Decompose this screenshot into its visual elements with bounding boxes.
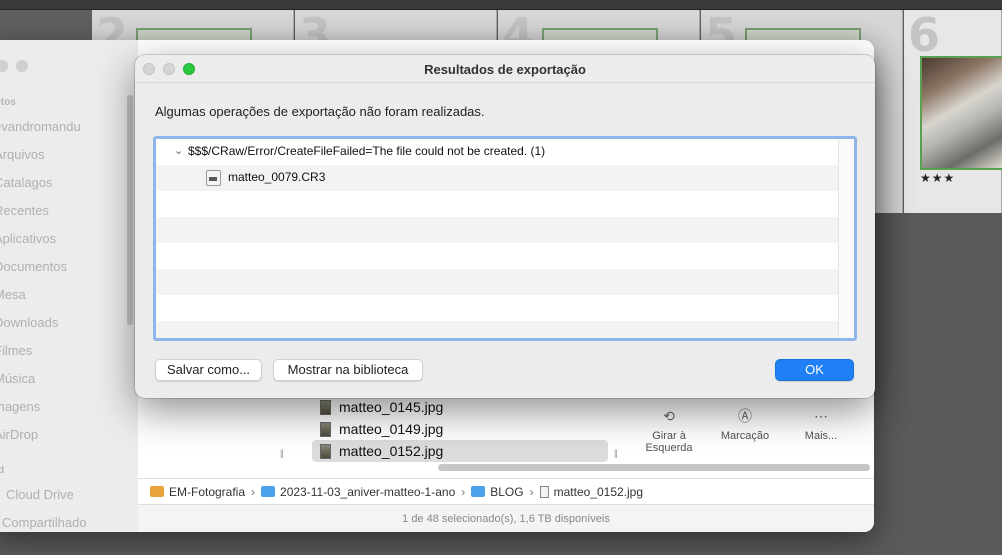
markup-button[interactable]: Ⓐ Marcação — [710, 408, 780, 442]
crumb-label: BLOG — [490, 484, 524, 499]
more-icon: ⋯ — [814, 408, 828, 424]
star-rating: ★★★ — [920, 171, 956, 185]
empty-row — [156, 321, 838, 338]
file-row[interactable]: matteo_0145.jpg — [312, 396, 608, 418]
filmstrip-cell[interactable]: 6 ★★★ — [904, 8, 1002, 213]
sidebar-item[interactable]: Downloads — [0, 315, 58, 330]
chevron-right-icon: › — [461, 484, 466, 499]
column-resize-handle[interactable]: || — [614, 448, 618, 458]
path-crumb[interactable]: 2023-11-03_aniver-matteo-1-ano — [261, 485, 455, 499]
sidebar-item[interactable]: Filmes — [0, 343, 32, 358]
crumb-label: 2023-11-03_aniver-matteo-1-ano — [280, 484, 456, 499]
sidebar-section-locations: d — [0, 465, 5, 476]
file-name: matteo_0149.jpg — [339, 421, 444, 437]
error-group-row[interactable]: ⌄ $$$/CRaw/Error/CreateFileFailed=The fi… — [156, 139, 838, 165]
file-row[interactable]: matteo_0149.jpg — [312, 418, 608, 440]
save-as-button[interactable]: Salvar como... — [155, 359, 262, 381]
dialog-titlebar: Resultados de exportação — [135, 55, 875, 83]
sidebar-item[interactable]: Aplicativos — [0, 231, 56, 246]
drive-icon — [150, 486, 164, 497]
image-file-icon — [320, 443, 331, 459]
error-file-row[interactable]: matteo_0079.CR3 — [156, 165, 838, 191]
raw-file-icon — [206, 170, 221, 186]
image-file-icon — [320, 399, 331, 415]
file-icon — [539, 485, 549, 498]
filmstrip-toolbar — [0, 0, 1002, 10]
finder-sidebar: itos evandromandu Arquivos Catalagos Rec… — [0, 40, 138, 532]
chevron-down-icon[interactable]: ⌄ — [174, 139, 183, 163]
dialog-message: Algumas operações de exportação não fora… — [155, 104, 485, 119]
sidebar-item[interactable]: Recentes — [0, 203, 49, 218]
folder-icon — [471, 486, 486, 497]
dialog-title: Resultados de exportação — [424, 62, 586, 77]
export-results-dialog: Resultados de exportação Algumas operaçõ… — [135, 55, 875, 398]
folder-icon — [261, 486, 276, 497]
error-file-name: matteo_0079.CR3 — [228, 170, 326, 184]
rotate-left-icon: ⟲ — [663, 408, 675, 424]
chevron-right-icon: › — [529, 484, 534, 499]
path-crumb[interactable]: EM-Fotografia — [150, 485, 245, 499]
sidebar-item[interactable]: AirDrop — [0, 427, 38, 442]
path-crumb[interactable]: BLOG — [471, 484, 524, 499]
file-list: matteo_0145.jpg matteo_0149.jpg matteo_0… — [280, 392, 618, 462]
markup-icon: Ⓐ — [738, 408, 752, 424]
tool-label: Marcação — [720, 430, 770, 442]
ok-button[interactable]: OK — [775, 359, 854, 381]
crumb-label: EM-Fotografia — [169, 484, 246, 499]
window-close-button[interactable] — [0, 60, 8, 72]
path-crumb[interactable]: matteo_0152.jpg — [539, 484, 644, 499]
horizontal-scrollbar[interactable] — [438, 464, 870, 471]
sidebar-item[interactable]: Mesa — [0, 287, 26, 302]
sidebar-item[interactable]: Arquivos — [0, 147, 45, 162]
chevron-right-icon: › — [251, 484, 256, 499]
tool-label: Mais... — [804, 430, 838, 442]
column-resize-handle[interactable]: || — [280, 448, 284, 458]
sidebar-scrollbar[interactable] — [127, 95, 133, 325]
tool-label: Girar à Esquerda — [645, 430, 693, 454]
path-bar: EM-Fotografia › 2023-11-03_aniver-matteo… — [138, 478, 874, 504]
status-bar: 1 de 48 selecionado(s), 1,6 TB disponíve… — [138, 504, 874, 532]
sidebar-item[interactable]: Catalagos — [0, 175, 53, 190]
sidebar-item[interactable]: Música — [0, 371, 35, 386]
crumb-label: matteo_0152.jpg — [553, 484, 644, 499]
empty-row — [156, 269, 838, 295]
sidebar-item[interactable]: Compartilhado — [2, 515, 87, 530]
file-row-selected[interactable]: matteo_0152.jpg — [312, 440, 608, 462]
window-minimize-button[interactable] — [16, 60, 28, 72]
image-file-icon — [320, 421, 331, 437]
file-name: matteo_0152.jpg — [339, 443, 444, 459]
sidebar-item[interactable]: Documentos — [0, 259, 67, 274]
sidebar-section-favorites: itos — [0, 97, 16, 108]
preview-tools: ⟲ Girar à Esquerda Ⓐ Marcação ⋯ Mais... — [634, 398, 864, 468]
file-name: matteo_0145.jpg — [339, 399, 444, 415]
cell-number: 6 — [908, 8, 941, 62]
show-in-library-button[interactable]: Mostrar na biblioteca — [273, 359, 423, 381]
empty-row — [156, 295, 838, 321]
results-list[interactable]: ⌄ $$$/CRaw/Error/CreateFileFailed=The fi… — [153, 136, 857, 341]
empty-row — [156, 217, 838, 243]
error-message: $$$/CRaw/Error/CreateFileFailed=The file… — [188, 144, 546, 158]
rotate-left-button[interactable]: ⟲ Girar à Esquerda — [634, 408, 704, 454]
results-scrollbar[interactable] — [838, 139, 854, 338]
empty-row — [156, 243, 838, 269]
sidebar-item[interactable]: Cloud Drive — [6, 487, 74, 502]
sidebar-item[interactable]: magens — [0, 399, 40, 414]
thumbnail-photo[interactable] — [920, 56, 1002, 170]
sidebar-item[interactable]: evandromandu — [0, 119, 81, 134]
empty-row — [156, 191, 838, 217]
more-button[interactable]: ⋯ Mais... — [786, 408, 856, 442]
